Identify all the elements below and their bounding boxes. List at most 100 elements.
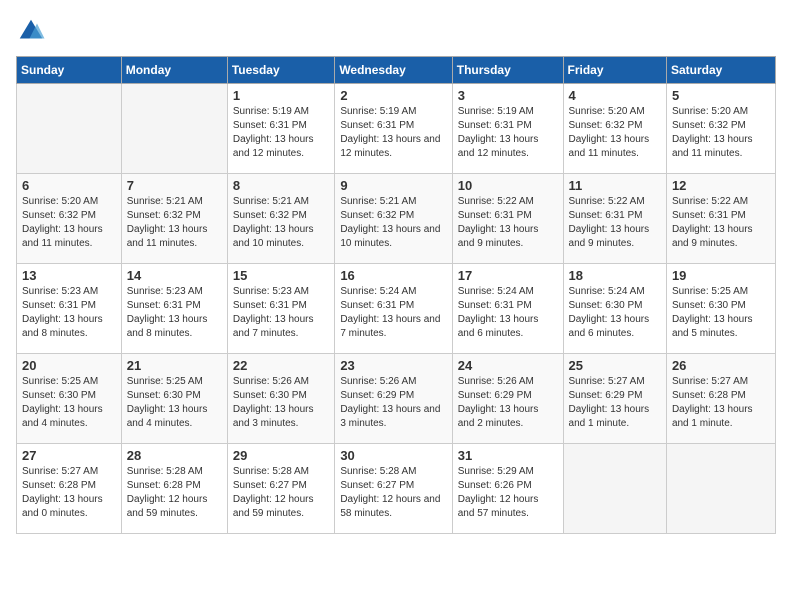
calendar-cell: 27Sunrise: 5:27 AM Sunset: 6:28 PM Dayli… [17, 444, 122, 534]
day-info: Sunrise: 5:23 AM Sunset: 6:31 PM Dayligh… [233, 285, 329, 341]
days-header-row: SundayMondayTuesdayWednesdayThursdayFrid… [17, 57, 776, 84]
day-info: Sunrise: 5:26 AM Sunset: 6:29 PM Dayligh… [458, 375, 558, 431]
day-number: 28 [127, 448, 222, 463]
day-info: Sunrise: 5:19 AM Sunset: 6:31 PM Dayligh… [340, 105, 446, 161]
day-header-sunday: Sunday [17, 57, 122, 84]
day-number: 10 [458, 178, 558, 193]
calendar-cell [666, 444, 775, 534]
day-number: 20 [22, 358, 116, 373]
day-info: Sunrise: 5:24 AM Sunset: 6:30 PM Dayligh… [569, 285, 661, 341]
day-header-saturday: Saturday [666, 57, 775, 84]
day-info: Sunrise: 5:20 AM Sunset: 6:32 PM Dayligh… [672, 105, 770, 161]
calendar-cell: 21 Sunrise: 5:25 AM Sunset: 6:30 PM Dayli… [121, 354, 227, 444]
logo-icon [16, 16, 46, 46]
day-number: 21 [127, 358, 222, 373]
week-row-4: 20 Sunrise: 5:25 AM Sunset: 6:30 PM Dayli… [17, 354, 776, 444]
day-info: Sunrise: 5:28 AM Sunset: 6:27 PM Dayligh… [340, 465, 446, 521]
calendar-cell [563, 444, 666, 534]
day-header-monday: Monday [121, 57, 227, 84]
day-number: 29 [233, 448, 329, 463]
day-info: Sunrise: 5:20 AM Sunset: 6:32 PM Dayligh… [22, 195, 116, 251]
day-info: Sunrise: 5:27 AM Sunset: 6:28 PM Dayligh… [672, 375, 770, 431]
logo [16, 16, 50, 46]
day-info: Sunrise: 5:25 AM Sunset: 6:30 PM Dayligh… [672, 285, 770, 341]
day-info: Sunrise: 5:27 AM Sunset: 6:29 PM Dayligh… [569, 375, 661, 431]
calendar-cell: 23 Sunrise: 5:26 AM Sunset: 6:29 PM Dayli… [335, 354, 452, 444]
day-info: Sunrise: 5:20 AM Sunset: 6:32 PM Dayligh… [569, 105, 661, 161]
day-number: 9 [340, 178, 446, 193]
day-number: 5 [672, 88, 770, 103]
day-number: 22 [233, 358, 329, 373]
day-info: Sunrise: 5:22 AM Sunset: 6:31 PM Dayligh… [458, 195, 558, 251]
calendar-cell: 14Sunrise: 5:23 AM Sunset: 6:31 PM Dayli… [121, 264, 227, 354]
day-number: 23 [340, 358, 446, 373]
calendar-cell: 28 Sunrise: 5:28 AM Sunset: 6:28 PM Dayli… [121, 444, 227, 534]
calendar-cell: 31Sunrise: 5:29 AM Sunset: 6:26 PM Dayli… [452, 444, 563, 534]
day-info: Sunrise: 5:19 AM Sunset: 6:31 PM Dayligh… [458, 105, 558, 161]
calendar-cell: 29 Sunrise: 5:28 AM Sunset: 6:27 PM Dayli… [227, 444, 334, 534]
week-row-2: 6 Sunrise: 5:20 AM Sunset: 6:32 PM Daylig… [17, 174, 776, 264]
calendar-cell: 9 Sunrise: 5:21 AM Sunset: 6:32 PM Daylig… [335, 174, 452, 264]
calendar-cell: 11 Sunrise: 5:22 AM Sunset: 6:31 PM Dayli… [563, 174, 666, 264]
day-number: 27 [22, 448, 116, 463]
day-number: 11 [569, 178, 661, 193]
calendar-cell: 12 Sunrise: 5:22 AM Sunset: 6:31 PM Dayli… [666, 174, 775, 264]
calendar-cell: 16 Sunrise: 5:24 AM Sunset: 6:31 PM Dayli… [335, 264, 452, 354]
day-info: Sunrise: 5:24 AM Sunset: 6:31 PM Dayligh… [340, 285, 446, 341]
day-info: Sunrise: 5:26 AM Sunset: 6:30 PM Dayligh… [233, 375, 329, 431]
header [16, 16, 776, 46]
calendar-cell: 10 Sunrise: 5:22 AM Sunset: 6:31 PM Dayli… [452, 174, 563, 264]
calendar-cell: 22 Sunrise: 5:26 AM Sunset: 6:30 PM Dayli… [227, 354, 334, 444]
day-number: 25 [569, 358, 661, 373]
calendar-cell: 6 Sunrise: 5:20 AM Sunset: 6:32 PM Daylig… [17, 174, 122, 264]
calendar-cell: 18 Sunrise: 5:24 AM Sunset: 6:30 PM Dayli… [563, 264, 666, 354]
week-row-5: 27Sunrise: 5:27 AM Sunset: 6:28 PM Dayli… [17, 444, 776, 534]
calendar-cell: 13 Sunrise: 5:23 AM Sunset: 6:31 PM Dayli… [17, 264, 122, 354]
calendar-cell: 5 Sunrise: 5:20 AM Sunset: 6:32 PM Daylig… [666, 84, 775, 174]
day-number: 13 [22, 268, 116, 283]
day-number: 30 [340, 448, 446, 463]
day-number: 24 [458, 358, 558, 373]
day-number: 17 [458, 268, 558, 283]
day-info: Sunrise: 5:25 AM Sunset: 6:30 PM Dayligh… [22, 375, 116, 431]
day-info: Sunrise: 5:21 AM Sunset: 6:32 PM Dayligh… [233, 195, 329, 251]
day-header-thursday: Thursday [452, 57, 563, 84]
day-info: Sunrise: 5:23 AM Sunset: 6:31 PM Dayligh… [22, 285, 116, 341]
calendar-cell: 17Sunrise: 5:24 AM Sunset: 6:31 PM Dayli… [452, 264, 563, 354]
calendar-table: SundayMondayTuesdayWednesdayThursdayFrid… [16, 56, 776, 534]
day-number: 18 [569, 268, 661, 283]
day-info: Sunrise: 5:21 AM Sunset: 6:32 PM Dayligh… [340, 195, 446, 251]
day-number: 15 [233, 268, 329, 283]
day-info: Sunrise: 5:26 AM Sunset: 6:29 PM Dayligh… [340, 375, 446, 431]
day-info: Sunrise: 5:25 AM Sunset: 6:30 PM Dayligh… [127, 375, 222, 431]
day-info: Sunrise: 5:22 AM Sunset: 6:31 PM Dayligh… [569, 195, 661, 251]
day-info: Sunrise: 5:22 AM Sunset: 6:31 PM Dayligh… [672, 195, 770, 251]
day-number: 7 [127, 178, 222, 193]
calendar-cell: 4 Sunrise: 5:20 AM Sunset: 6:32 PM Daylig… [563, 84, 666, 174]
day-number: 4 [569, 88, 661, 103]
day-number: 8 [233, 178, 329, 193]
calendar-cell [121, 84, 227, 174]
calendar-cell: 26 Sunrise: 5:27 AM Sunset: 6:28 PM Dayli… [666, 354, 775, 444]
day-number: 12 [672, 178, 770, 193]
day-info: Sunrise: 5:28 AM Sunset: 6:28 PM Dayligh… [127, 465, 222, 521]
calendar-cell: 19 Sunrise: 5:25 AM Sunset: 6:30 PM Dayli… [666, 264, 775, 354]
day-info: Sunrise: 5:29 AM Sunset: 6:26 PM Dayligh… [458, 465, 558, 521]
week-row-1: 1 Sunrise: 5:19 AM Sunset: 6:31 PM Daylig… [17, 84, 776, 174]
day-header-wednesday: Wednesday [335, 57, 452, 84]
day-number: 2 [340, 88, 446, 103]
day-number: 26 [672, 358, 770, 373]
calendar-cell [17, 84, 122, 174]
day-number: 6 [22, 178, 116, 193]
day-info: Sunrise: 5:23 AM Sunset: 6:31 PM Dayligh… [127, 285, 222, 341]
calendar-cell: 25 Sunrise: 5:27 AM Sunset: 6:29 PM Dayli… [563, 354, 666, 444]
calendar-cell: 24 Sunrise: 5:26 AM Sunset: 6:29 PM Dayli… [452, 354, 563, 444]
day-info: Sunrise: 5:28 AM Sunset: 6:27 PM Dayligh… [233, 465, 329, 521]
day-number: 1 [233, 88, 329, 103]
day-header-friday: Friday [563, 57, 666, 84]
day-number: 19 [672, 268, 770, 283]
calendar-cell: 1Sunrise: 5:19 AM Sunset: 6:31 PM Daylig… [227, 84, 334, 174]
day-number: 16 [340, 268, 446, 283]
calendar-cell: 20 Sunrise: 5:25 AM Sunset: 6:30 PM Dayli… [17, 354, 122, 444]
calendar-cell: 3Sunrise: 5:19 AM Sunset: 6:31 PM Daylig… [452, 84, 563, 174]
